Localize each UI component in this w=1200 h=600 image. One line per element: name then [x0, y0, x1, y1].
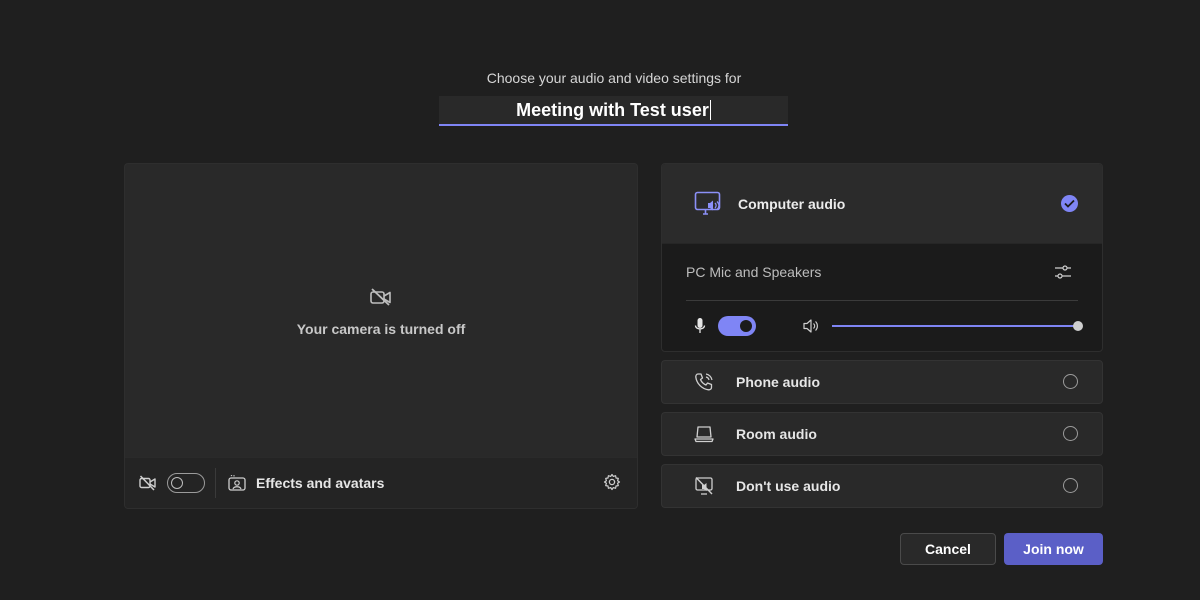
effects-label: Effects and avatars	[256, 475, 385, 491]
no-audio-option[interactable]: Don't use audio	[661, 464, 1103, 508]
microphone-toggle[interactable]	[718, 316, 756, 336]
no-audio-label: Don't use audio	[736, 478, 841, 494]
computer-audio-panel: Computer audio PC Mic and Speakers	[661, 163, 1103, 352]
toggle-knob	[740, 320, 752, 332]
no-audio-radio[interactable]	[1063, 478, 1078, 493]
audio-device-row: PC Mic and Speakers	[686, 244, 1078, 301]
device-settings-gear-icon[interactable]	[603, 473, 621, 491]
computer-audio-icon	[694, 191, 722, 217]
meeting-title: Meeting with Test user	[516, 99, 709, 120]
video-preview-panel: Your camera is turned off Effects and av…	[124, 163, 638, 509]
toolbar-divider	[215, 468, 216, 498]
computer-audio-label: Computer audio	[738, 195, 846, 212]
toggle-knob	[171, 477, 183, 489]
text-caret	[709, 100, 711, 120]
camera-toggle[interactable]	[167, 473, 205, 493]
effects-icon	[228, 475, 246, 491]
video-toolbar: Effects and avatars	[125, 457, 637, 508]
speaker-volume-icon	[802, 318, 820, 334]
meeting-title-display[interactable]: Meeting with Test user	[439, 96, 788, 124]
computer-audio-option[interactable]: Computer audio	[662, 164, 1102, 244]
effects-and-avatars-button[interactable]: Effects and avatars	[228, 475, 384, 491]
selected-check-icon	[1061, 195, 1078, 212]
camera-off-icon	[125, 288, 637, 311]
audio-settings-sliders-icon[interactable]	[1054, 264, 1072, 280]
camera-off-icon[interactable]	[139, 475, 157, 491]
phone-icon	[694, 372, 714, 392]
volume-slider[interactable]	[832, 321, 1083, 331]
audio-device-name: PC Mic and Speakers	[686, 264, 822, 280]
volume-slider-thumb[interactable]	[1073, 321, 1083, 331]
phone-audio-option[interactable]: Phone audio	[661, 360, 1103, 404]
room-audio-label: Room audio	[736, 426, 817, 442]
settings-subtitle: Choose your audio and video settings for	[486, 70, 742, 86]
cancel-button[interactable]: Cancel	[900, 533, 996, 565]
phone-audio-radio[interactable]	[1063, 374, 1078, 389]
audio-controls-row	[686, 301, 1083, 351]
microphone-icon	[694, 317, 706, 335]
camera-off-placeholder: Your camera is turned off	[125, 288, 637, 337]
pre-join-screen: Choose your audio and video settings for…	[0, 0, 1200, 600]
room-icon	[694, 425, 714, 443]
room-audio-option[interactable]: Room audio	[661, 412, 1103, 456]
join-now-button[interactable]: Join now	[1004, 533, 1103, 565]
meeting-title-field[interactable]: Meeting with Test user	[439, 96, 788, 126]
phone-audio-label: Phone audio	[736, 374, 820, 390]
room-audio-radio[interactable]	[1063, 426, 1078, 441]
no-audio-icon	[694, 476, 714, 496]
camera-off-text: Your camera is turned off	[296, 321, 466, 337]
audio-options: Computer audio PC Mic and Speakers Phone…	[661, 163, 1103, 508]
